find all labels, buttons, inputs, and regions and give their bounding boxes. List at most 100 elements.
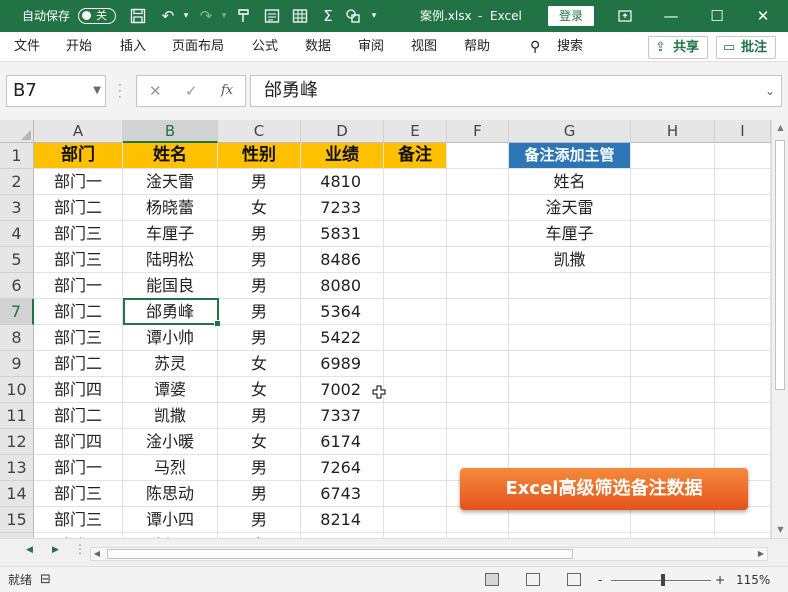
criteria-cell[interactable]: 姓名	[509, 169, 631, 195]
horizontal-scroll-thumb[interactable]	[107, 549, 573, 559]
criteria-cell[interactable]: 车厘子	[509, 221, 631, 247]
cell[interactable]	[715, 507, 771, 533]
tab-insert[interactable]: 插入	[120, 32, 146, 62]
table-cell[interactable]: 部门三	[34, 221, 123, 247]
header-department[interactable]: 部门	[34, 143, 123, 169]
cell[interactable]	[384, 273, 447, 299]
cell[interactable]	[447, 299, 509, 325]
scroll-right-icon[interactable]: ▶	[755, 548, 767, 560]
table-cell[interactable]: 凯撒	[123, 403, 218, 429]
cell[interactable]	[631, 221, 715, 247]
cell[interactable]	[509, 299, 631, 325]
cell[interactable]	[384, 299, 447, 325]
table-cell[interactable]: 男	[218, 481, 301, 507]
table-cell[interactable]: 男	[218, 455, 301, 481]
cell[interactable]	[631, 507, 715, 533]
cell[interactable]	[631, 351, 715, 377]
tab-split-handle-icon[interactable]: ⋮	[74, 542, 86, 556]
cell[interactable]	[631, 169, 715, 195]
cell[interactable]	[384, 195, 447, 221]
row-header[interactable]: 7	[0, 299, 34, 325]
table-cell[interactable]: 8080	[301, 273, 384, 299]
cell[interactable]	[715, 195, 771, 221]
cell[interactable]	[631, 195, 715, 221]
column-header-h[interactable]: H	[631, 120, 715, 143]
row-header[interactable]: 6	[0, 273, 34, 299]
row-header[interactable]: 11	[0, 403, 34, 429]
cell[interactable]	[384, 403, 447, 429]
cell[interactable]	[715, 169, 771, 195]
cell[interactable]	[447, 221, 509, 247]
format-painter-icon[interactable]	[234, 6, 254, 26]
row-header[interactable]: 14	[0, 481, 34, 507]
cell[interactable]	[715, 325, 771, 351]
cell[interactable]	[384, 221, 447, 247]
cell[interactable]	[447, 325, 509, 351]
table-cell[interactable]: 5831	[301, 221, 384, 247]
table-cell[interactable]: 7233	[301, 195, 384, 221]
row-header[interactable]: 2	[0, 169, 34, 195]
cell[interactable]	[384, 429, 447, 455]
table-cell[interactable]: 女	[218, 429, 301, 455]
cell[interactable]	[447, 507, 509, 533]
cell[interactable]	[631, 273, 715, 299]
zoom-level[interactable]: 115%	[736, 567, 770, 592]
table-cell[interactable]: 女	[218, 195, 301, 221]
scroll-down-icon[interactable]: ▼	[772, 522, 788, 538]
table-cell[interactable]: 能国良	[123, 273, 218, 299]
cell[interactable]	[384, 507, 447, 533]
insert-function-icon[interactable]: fx	[221, 76, 233, 106]
table-cell[interactable]: 陆明松	[123, 247, 218, 273]
table-cell[interactable]: 6743	[301, 481, 384, 507]
enter-icon[interactable]: ✓	[185, 76, 198, 106]
row-header[interactable]: 9	[0, 351, 34, 377]
cell[interactable]	[384, 247, 447, 273]
table-cell[interactable]: 男	[218, 169, 301, 195]
next-sheet-icon[interactable]: ▶	[52, 545, 59, 555]
cell[interactable]	[631, 143, 715, 169]
cell[interactable]	[715, 403, 771, 429]
formula-bar-grip-icon[interactable]: · · ·	[118, 79, 122, 103]
column-header-c[interactable]: C	[218, 120, 301, 143]
cell[interactable]	[509, 325, 631, 351]
cell[interactable]	[384, 377, 447, 403]
cell[interactable]	[447, 429, 509, 455]
share-button[interactable]: ⇪ 共享	[648, 36, 708, 59]
search-label[interactable]: 搜索	[557, 32, 583, 62]
table-cell[interactable]: 男	[218, 325, 301, 351]
header-performance[interactable]: 业绩	[301, 143, 384, 169]
tab-help[interactable]: 帮助	[464, 32, 490, 62]
row-header[interactable]: 15	[0, 507, 34, 533]
page-layout-view-icon[interactable]	[526, 573, 540, 586]
table-cell[interactable]: 男	[218, 247, 301, 273]
header-gender[interactable]: 性别	[218, 143, 301, 169]
table-cell[interactable]: 部门三	[34, 507, 123, 533]
cell[interactable]	[447, 351, 509, 377]
search-icon[interactable]: ⚲	[530, 32, 540, 62]
row-header[interactable]: 1	[0, 143, 34, 169]
table-cell[interactable]: 男	[218, 273, 301, 299]
cell[interactable]	[715, 143, 771, 169]
table-cell[interactable]: 男	[218, 507, 301, 533]
row-header[interactable]: 13	[0, 455, 34, 481]
tab-file[interactable]: 文件	[14, 32, 40, 62]
table-icon[interactable]	[290, 6, 310, 26]
table-cell[interactable]: 男	[218, 403, 301, 429]
page-break-view-icon[interactable]	[567, 573, 581, 586]
table-cell[interactable]: 谭小帅	[123, 325, 218, 351]
cell[interactable]	[715, 299, 771, 325]
cell[interactable]	[509, 351, 631, 377]
table-cell[interactable]: 8214	[301, 507, 384, 533]
cell[interactable]	[447, 403, 509, 429]
table-cell[interactable]: 杨晓蕾	[123, 195, 218, 221]
row-header[interactable]: 10	[0, 377, 34, 403]
cell[interactable]	[631, 403, 715, 429]
table-cell[interactable]: 5364	[301, 299, 384, 325]
tab-view[interactable]: 视图	[411, 32, 437, 62]
tab-formulas[interactable]: 公式	[252, 32, 278, 62]
table-cell[interactable]: 8486	[301, 247, 384, 273]
row-header[interactable]: 5	[0, 247, 34, 273]
table-cell[interactable]: 谭婆	[123, 377, 218, 403]
cell[interactable]	[447, 377, 509, 403]
criteria-cell[interactable]: 淦天雷	[509, 195, 631, 221]
